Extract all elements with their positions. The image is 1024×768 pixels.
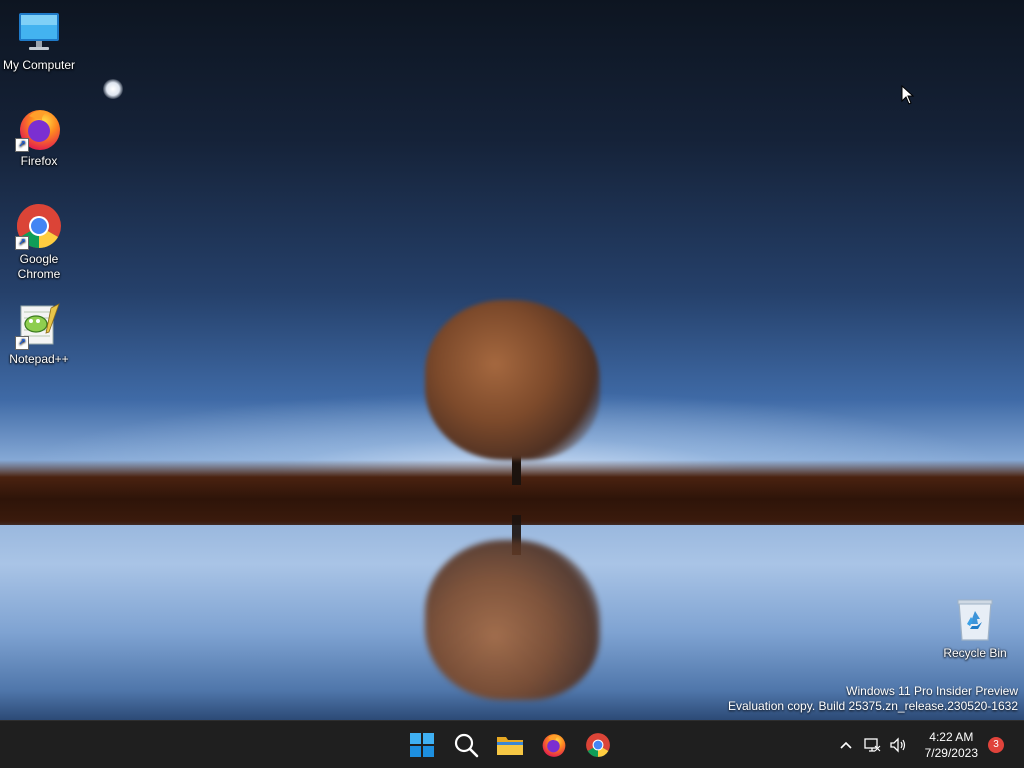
shortcut-arrow-icon: ↗: [15, 336, 29, 350]
search-icon: [454, 733, 479, 758]
desktop: My Computer ↗ Firefox ↗ Google Chrome ↗ …: [0, 0, 1024, 768]
desktop-icon-label: Firefox: [20, 154, 58, 168]
watermark-line-2: Evaluation copy. Build 25375.zn_release.…: [728, 699, 1018, 713]
taskbar: 4:22 AM 7/29/2023 3: [0, 720, 1024, 768]
taskbar-firefox-button[interactable]: [534, 725, 574, 765]
desktop-icon-firefox[interactable]: ↗ Firefox: [1, 104, 77, 169]
desktop-icon-notepadpp[interactable]: ↗ Notepad++: [1, 302, 77, 367]
desktop-icon-my-computer[interactable]: My Computer: [1, 10, 77, 73]
firefox-icon: ↗: [15, 104, 63, 152]
volume-button[interactable]: [885, 729, 911, 761]
taskbar-chrome-button[interactable]: [578, 725, 618, 765]
notification-badge[interactable]: 3: [988, 737, 1004, 753]
search-button[interactable]: [446, 725, 486, 765]
start-button[interactable]: [402, 725, 442, 765]
desktop-icon-label: Google Chrome: [17, 252, 61, 281]
clock[interactable]: 4:22 AM 7/29/2023: [911, 729, 988, 761]
chevron-up-icon: [840, 741, 852, 749]
desktop-icon-label: Notepad++: [9, 352, 69, 366]
desktop-icon-google-chrome[interactable]: ↗ Google Chrome: [1, 202, 77, 282]
recycle-bin-icon: [951, 596, 999, 644]
taskbar-apps: [402, 721, 618, 768]
wallpaper: [0, 0, 1024, 768]
windows-evaluation-watermark: Windows 11 Pro Insider Preview Evaluatio…: [728, 684, 1018, 714]
file-explorer-button[interactable]: [490, 725, 530, 765]
notepadpp-icon: ↗: [15, 302, 63, 350]
firefox-icon: [542, 734, 566, 757]
clock-time: 4:22 AM: [929, 730, 974, 744]
desktop-icon-label: Recycle Bin: [943, 646, 1007, 660]
windows-logo-icon: [410, 733, 434, 757]
monitor-icon: [16, 10, 62, 56]
mouse-cursor-icon: [901, 84, 915, 105]
watermark-line-1: Windows 11 Pro Insider Preview: [846, 684, 1018, 698]
network-button[interactable]: [859, 729, 885, 761]
network-icon: [863, 738, 880, 752]
show-hidden-icons-button[interactable]: [833, 729, 859, 761]
chrome-icon: ↗: [15, 202, 63, 250]
shortcut-arrow-icon: ↗: [15, 236, 29, 250]
clock-date: 7/29/2023: [924, 746, 978, 760]
wallpaper-moon: [103, 79, 123, 99]
desktop-icon-label: My Computer: [2, 58, 76, 72]
wallpaper-tree-reflection: [425, 540, 600, 700]
wallpaper-tree: [425, 300, 600, 460]
desktop-icon-recycle-bin[interactable]: Recycle Bin: [937, 596, 1013, 661]
shortcut-arrow-icon: ↗: [15, 138, 29, 152]
system-tray: 4:22 AM 7/29/2023 3: [833, 721, 1024, 768]
chrome-icon: [586, 733, 610, 757]
folder-icon: [497, 737, 523, 755]
speaker-icon: [889, 737, 905, 753]
